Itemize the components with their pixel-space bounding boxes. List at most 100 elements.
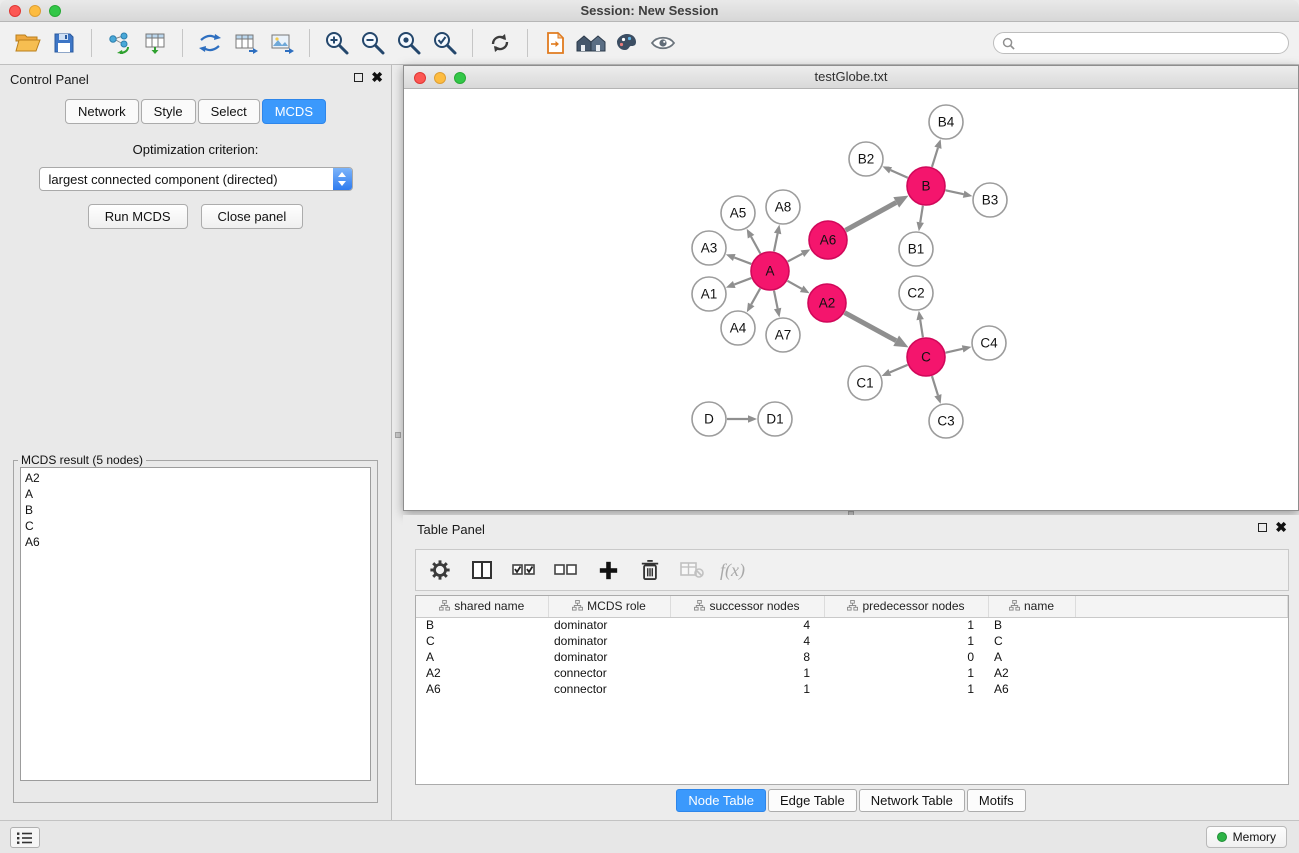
edge-B-B4[interactable] (932, 139, 942, 167)
node-table-container[interactable]: shared nameMCDS rolesuccessor nodesprede… (415, 595, 1289, 785)
node-D1[interactable]: D1 (758, 402, 792, 436)
edge-A-A7[interactable] (774, 291, 781, 318)
column-header-MCDS-role[interactable]: MCDS role (548, 596, 670, 617)
edge-B-B1[interactable] (917, 206, 924, 231)
mcds-result-item[interactable]: C (21, 518, 370, 534)
style-palette-button[interactable] (609, 26, 645, 60)
tab-network-table[interactable]: Network Table (859, 789, 965, 812)
import-table-button[interactable] (137, 26, 173, 60)
table-row[interactable]: A6connector11A6 (416, 681, 1288, 697)
float-panel-icon[interactable] (354, 73, 363, 82)
node-A8[interactable]: A8 (766, 190, 800, 224)
export-network-button[interactable] (192, 26, 228, 60)
node-B4[interactable]: B4 (929, 105, 963, 139)
document-export-button[interactable] (537, 26, 573, 60)
criterion-dropdown[interactable]: largest connected component (directed) (39, 167, 353, 191)
add-column-button[interactable] (594, 555, 622, 585)
node-A3[interactable]: A3 (692, 231, 726, 265)
network-canvas[interactable]: B4B2BB3A5A8A6B1A3AC2A1A2A4A7C4CC1C3DD1 (405, 90, 1299, 511)
splitter-grip[interactable] (395, 432, 401, 438)
edge-C-C3[interactable] (932, 376, 942, 404)
edge-A-A6[interactable] (788, 249, 811, 261)
close-panel-button[interactable]: Close panel (201, 204, 304, 229)
run-mcds-button[interactable]: Run MCDS (88, 204, 188, 229)
node-D[interactable]: D (692, 402, 726, 436)
show-columns-button[interactable] (468, 555, 496, 585)
tab-motifs[interactable]: Motifs (967, 789, 1026, 812)
edge-C-C1[interactable] (882, 365, 908, 376)
edge-A2-C[interactable] (845, 313, 909, 348)
node-C3[interactable]: C3 (929, 404, 963, 438)
mcds-result-list[interactable]: A2ABCA6 (20, 467, 371, 781)
edge-A-A1[interactable] (726, 278, 751, 288)
zoom-window-button[interactable] (49, 5, 61, 17)
node-A7[interactable]: A7 (766, 318, 800, 352)
memory-button[interactable]: Memory (1206, 826, 1287, 848)
node-B3[interactable]: B3 (973, 183, 1007, 217)
table-row[interactable]: Bdominator41B (416, 617, 1288, 633)
node-A6[interactable]: A6 (809, 221, 847, 259)
table-row[interactable]: A2connector11A2 (416, 665, 1288, 681)
tab-style[interactable]: Style (141, 99, 196, 124)
dropdown-stepper-icon[interactable] (333, 168, 352, 190)
tab-edge-table[interactable]: Edge Table (768, 789, 857, 812)
column-header-name[interactable]: name (988, 596, 1075, 617)
edge-A-A5[interactable] (747, 229, 761, 254)
node-B[interactable]: B (907, 167, 945, 205)
edge-C-C2[interactable] (916, 311, 923, 337)
column-header-predecessor-nodes[interactable]: predecessor nodes (824, 596, 988, 617)
table-row[interactable]: Adominator80A (416, 649, 1288, 665)
zoom-fit-button[interactable] (391, 26, 427, 60)
export-image-button[interactable] (264, 26, 300, 60)
import-network-button[interactable] (101, 26, 137, 60)
node-C1[interactable]: C1 (848, 366, 882, 400)
column-header-successor-nodes[interactable]: successor nodes (670, 596, 824, 617)
network-minimize-button[interactable] (434, 72, 446, 84)
node-B2[interactable]: B2 (849, 142, 883, 176)
edge-C-C4[interactable] (946, 345, 972, 352)
tab-select[interactable]: Select (198, 99, 260, 124)
network-close-button[interactable] (414, 72, 426, 84)
mcds-result-item[interactable]: A6 (21, 534, 370, 550)
search-field[interactable] (993, 32, 1289, 54)
select-all-button[interactable] (510, 555, 538, 585)
network-window-titlebar[interactable]: testGlobe.txt (404, 66, 1298, 89)
edge-A-A3[interactable] (726, 254, 751, 264)
delete-table-button[interactable] (678, 555, 706, 585)
close-panel-icon[interactable]: ✖ (371, 72, 383, 82)
mcds-result-item[interactable]: B (21, 502, 370, 518)
column-header-shared-name[interactable]: shared name (416, 596, 548, 617)
node-B1[interactable]: B1 (899, 232, 933, 266)
node-A5[interactable]: A5 (721, 196, 755, 230)
node-C[interactable]: C (907, 338, 945, 376)
open-file-button[interactable] (10, 26, 46, 60)
edge-B-B2[interactable] (882, 166, 907, 177)
edge-D-D1[interactable] (727, 415, 757, 423)
first-neighbors-button[interactable] (573, 26, 609, 60)
delete-column-button[interactable] (636, 555, 664, 585)
node-C4[interactable]: C4 (972, 326, 1006, 360)
minimize-window-button[interactable] (29, 5, 41, 17)
tab-network[interactable]: Network (65, 99, 139, 124)
node-A[interactable]: A (751, 252, 789, 290)
search-input[interactable] (1020, 36, 1280, 51)
zoom-selected-button[interactable] (427, 26, 463, 60)
network-zoom-button[interactable] (454, 72, 466, 84)
edge-A-A2[interactable] (787, 281, 809, 293)
close-window-button[interactable] (9, 5, 21, 17)
refresh-button[interactable] (482, 26, 518, 60)
float-table-panel-icon[interactable] (1258, 523, 1267, 532)
node-C2[interactable]: C2 (899, 276, 933, 310)
edge-A-A8[interactable] (774, 225, 781, 252)
deselect-all-button[interactable] (552, 555, 580, 585)
zoom-in-button[interactable] (319, 26, 355, 60)
tab-mcds[interactable]: MCDS (262, 99, 326, 124)
zoom-out-button[interactable] (355, 26, 391, 60)
mcds-result-item[interactable]: A2 (21, 470, 370, 486)
edge-A6-B[interactable] (846, 196, 909, 231)
tab-node-table[interactable]: Node Table (676, 789, 766, 812)
function-builder-button[interactable]: f(x) (720, 560, 745, 581)
mcds-result-item[interactable]: A (21, 486, 370, 502)
show-panels-button[interactable] (10, 827, 40, 848)
export-table-button[interactable] (228, 26, 264, 60)
